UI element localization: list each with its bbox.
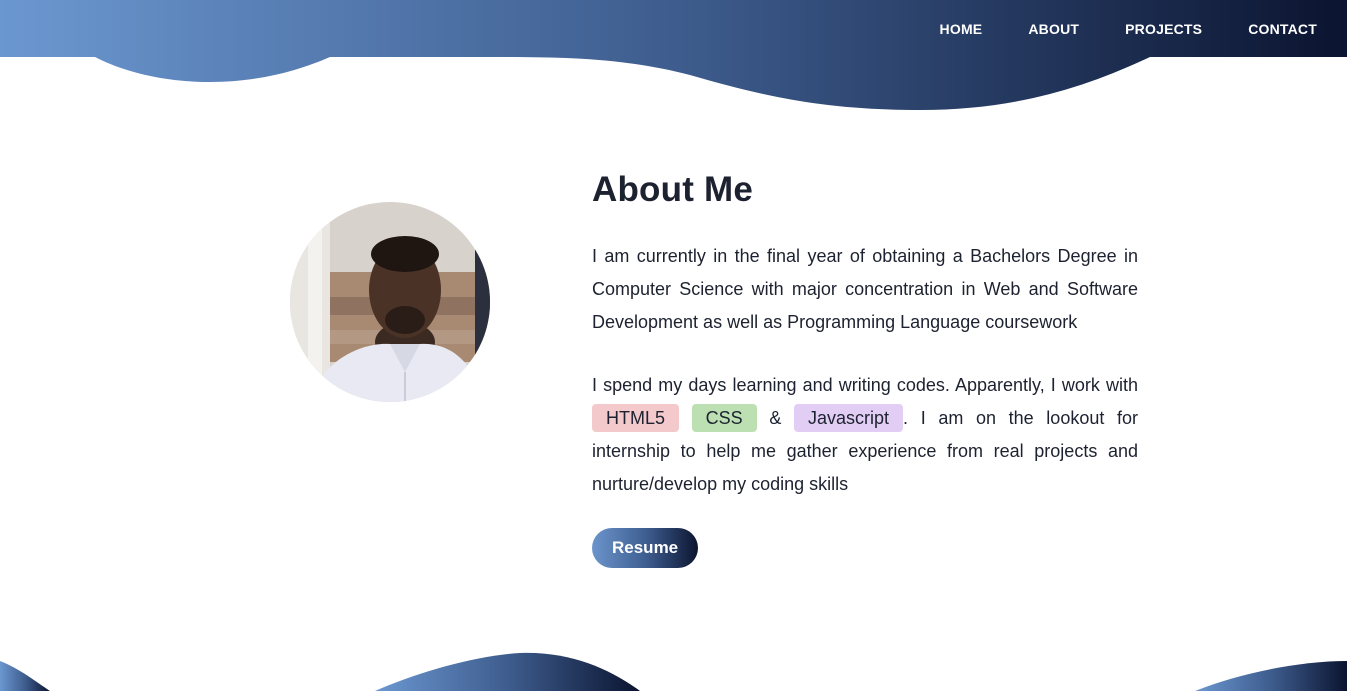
about-title: About Me — [592, 170, 754, 209]
resume-button[interactable]: Resume — [592, 528, 699, 568]
tag-javascript: Javascript — [794, 404, 904, 432]
nav-home[interactable]: HOME — [940, 21, 983, 37]
about-paragraph-2: I spend my days learning and writing cod… — [592, 369, 1138, 501]
nav-about[interactable]: ABOUT — [1028, 21, 1079, 37]
profile-photo — [290, 202, 490, 402]
page: HOME ABOUT PROJECTS CONTACT About Me I a… — [0, 0, 1347, 691]
about-paragraph-1: I am currently in the final year of obta… — [592, 246, 1138, 332]
about-paragraph-2-intro: I spend my days learning and writing cod… — [592, 375, 1138, 395]
nav-projects[interactable]: PROJECTS — [1125, 21, 1202, 37]
main-nav: HOME ABOUT PROJECTS CONTACT — [940, 0, 1317, 57]
footer-wave — [0, 652, 1347, 691]
tag-ampersand: & — [769, 408, 782, 428]
tag-css: CSS — [691, 404, 757, 432]
tag-html5: HTML5 — [592, 404, 680, 432]
about-section: About Me I am currently in the final yea… — [592, 170, 1138, 568]
nav-contact[interactable]: CONTACT — [1248, 21, 1317, 37]
